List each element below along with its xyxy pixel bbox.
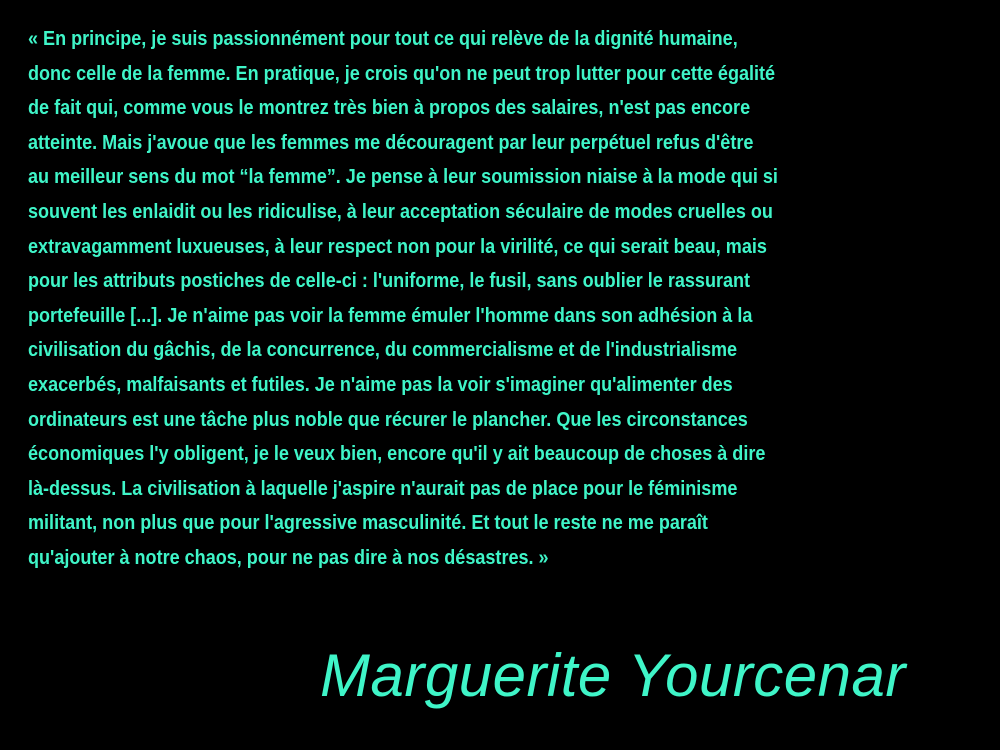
quote-line: portefeuille [...]. Je n'aime pas voir l… bbox=[28, 303, 753, 327]
quote-line: au meilleur sens du mot “la femme”. Je p… bbox=[28, 165, 778, 189]
quote-line: ordinateurs est une tâche plus noble que… bbox=[28, 407, 748, 431]
quote-line: de fait qui, comme vous le montrez très … bbox=[28, 96, 751, 120]
author-name: Marguerite Yourcenar bbox=[320, 642, 906, 709]
quote-line: souvent les enlaidit ou les ridiculise, … bbox=[28, 199, 773, 223]
quote-line: atteinte. Mais j'avoue que les femmes me… bbox=[28, 130, 754, 154]
quote-line: militant, non plus que pour l'agressive … bbox=[28, 511, 708, 535]
quote-line: « En principe, je suis passionnément pou… bbox=[28, 27, 738, 50]
quote-slide: « En principe, je suis passionnément pou… bbox=[0, 0, 1000, 750]
quote-line: donc celle de la femme. En pratique, je … bbox=[28, 61, 776, 85]
quote-line: civilisation du gâchis, de la concurrenc… bbox=[28, 338, 738, 362]
quote-line: qu'ajouter à notre chaos, pour ne pas di… bbox=[28, 545, 549, 569]
quote-line: économiques l'y obligent, je le veux bie… bbox=[28, 442, 766, 466]
quote-line: extravagamment luxueuses, à leur respect… bbox=[28, 234, 767, 258]
quote-line: là-dessus. La civilisation à laquelle j'… bbox=[28, 476, 738, 500]
quote-text: « En principe, je suis passionnément pou… bbox=[28, 22, 978, 576]
quote-line: pour les attributs postiches de celle-ci… bbox=[28, 269, 751, 293]
quote-line: exacerbés, malfaisants et futiles. Je n'… bbox=[28, 372, 733, 396]
